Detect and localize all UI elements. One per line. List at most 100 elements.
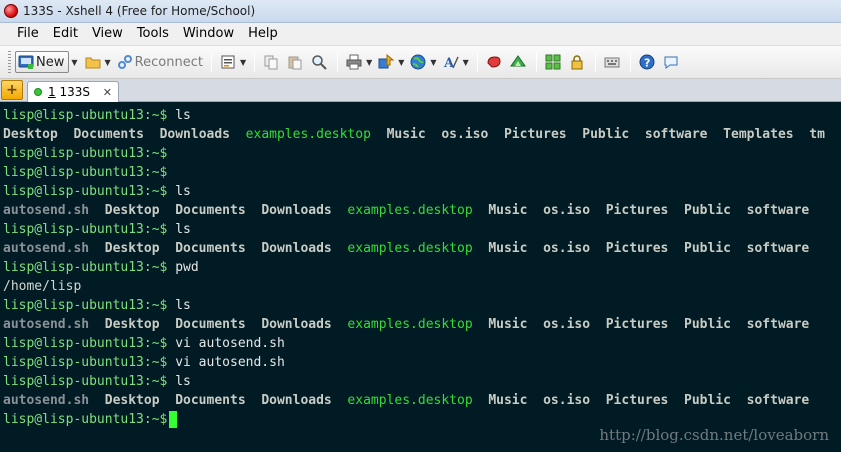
shell-command: pwd [167,260,199,275]
shell-command: ls [167,298,191,313]
xftp-button[interactable] [483,51,507,73]
shell-prompt: lisp@lisp-ubuntu13:~$ [3,146,168,161]
ls-entry: Music [386,127,426,142]
toolbar-separator [254,52,256,72]
menu-edit[interactable]: Edit [46,23,85,45]
ls-entry: Music [488,241,528,256]
terminal-prompt-line: lisp@lisp-ubuntu13:~$ vi autosend.sh [3,334,285,353]
print-button[interactable]: ▼ [343,51,375,73]
ls-entry: Pictures [605,393,669,408]
shell-command: ls [167,108,191,123]
ls-entry: examples.desktop [347,393,473,408]
font-button[interactable]: A ▼ [440,51,472,73]
tab-session-1[interactable]: 1 133S ✕ [27,81,119,102]
shell-prompt: lisp@lisp-ubuntu13:~$ [3,412,168,427]
ls-entry: os.iso [543,393,591,408]
ls-entry: os.iso [441,127,489,142]
command-output-line: /home/lisp [3,277,81,296]
menu-tools[interactable]: Tools [130,23,176,45]
ls-entry: examples.desktop [245,127,371,142]
properties-dropdown-caret-icon[interactable]: ▼ [240,58,246,67]
ls-entry: Public [684,203,731,218]
terminal-prompt-line: lisp@lisp-ubuntu13:~$ ls [3,182,191,201]
menu-window[interactable]: Window [176,23,241,45]
ls-entry: Templates [723,127,794,142]
speech-bubble-icon [663,54,679,70]
tab-session-name: 133S [59,85,90,99]
ls-entry: examples.desktop [347,317,473,332]
properties-button[interactable]: ▼ [217,51,249,73]
paste-button[interactable] [284,51,308,73]
shell-prompt: lisp@lisp-ubuntu13:~$ [3,222,168,237]
shell-prompt: lisp@lisp-ubuntu13:~$ [3,184,168,199]
lock-button[interactable] [566,51,590,73]
ls-entry: os.iso [543,317,591,332]
chat-button[interactable] [660,51,684,73]
terminal-output[interactable]: http://blog.csdn.net/loveaborn lisp@lisp… [0,103,841,452]
ls-entry: autosend.sh [3,317,90,332]
ls-entry: Documents [175,393,246,408]
close-icon[interactable]: ✕ [103,86,112,99]
find-button[interactable] [308,51,332,73]
ls-entry: Downloads [261,317,332,332]
xmanager-button[interactable] [507,51,531,73]
folder-icon [85,54,101,70]
ls-entry: os.iso [543,241,591,256]
ls-entry: Public [684,393,731,408]
printer-icon [346,54,362,70]
copy-button[interactable] [260,51,284,73]
font-dropdown-caret-icon[interactable]: ▼ [463,58,469,67]
globe-button[interactable]: ▼ [407,51,439,73]
layout-grid-icon [545,54,561,70]
open-folder-button[interactable]: ▼ [82,51,114,73]
ls-output-line: autosend.sh Desktop Documents Downloads … [3,239,809,258]
new-session-button[interactable]: New [15,51,70,73]
menu-help[interactable]: Help [241,23,285,45]
transfer-dropdown-caret-icon[interactable]: ▼ [398,58,404,67]
terminal-cursor [169,411,178,428]
properties-icon [220,54,236,70]
ls-entry: Documents [175,203,246,218]
tab-label: 1 133S [48,85,90,99]
ls-entry: Documents [175,241,246,256]
ls-entry: Downloads [159,127,231,142]
search-icon [311,54,327,70]
toolbar-grip[interactable] [8,51,11,73]
ls-entry: examples.desktop [347,203,473,218]
ls-entry: Music [488,317,528,332]
ls-entry: Desktop [104,241,160,256]
menu-file[interactable]: File [10,23,46,45]
toolbar-separator [210,52,212,72]
shell-command: ls [167,374,191,389]
new-button-label: New [36,54,65,70]
keyboard-button[interactable] [601,51,625,73]
print-dropdown-caret-icon[interactable]: ▼ [366,58,372,67]
xftp-icon [486,54,502,70]
toolbar-separator [476,52,478,72]
ls-entry: Desktop [104,203,160,218]
folder-dropdown-caret-icon[interactable]: ▼ [105,58,111,67]
globe-dropdown-caret-icon[interactable]: ▼ [430,58,436,67]
help-button[interactable]: ? [636,51,660,73]
menu-view[interactable]: View [85,23,130,45]
shell-command: vi autosend.sh [167,336,285,351]
ls-entry: Documents [73,127,144,142]
output-text: /home/lisp [3,279,82,294]
transfer-button[interactable]: ▼ [375,51,407,73]
reconnect-button[interactable]: Reconnect [114,51,206,73]
shell-command: ls [167,222,191,237]
new-session-icon [18,54,34,70]
new-dropdown-caret-icon[interactable]: ▼ [71,58,77,67]
toolbar-separator [594,52,596,72]
tab-number: 1 [48,85,56,99]
ls-entry: software [644,127,708,142]
terminal-prompt-line: lisp@lisp-ubuntu13:~$ ls [3,106,191,125]
shell-command: ls [167,184,191,199]
ls-entry: software [746,317,810,332]
ls-entry: Desktop [104,317,160,332]
layout-button[interactable] [542,51,566,73]
xshell-app-icon[interactable] [4,4,18,18]
toolbar-separator [629,52,631,72]
session-tab-bar: + 1 133S ✕ [0,79,841,102]
add-tab-button[interactable]: + [1,80,23,100]
